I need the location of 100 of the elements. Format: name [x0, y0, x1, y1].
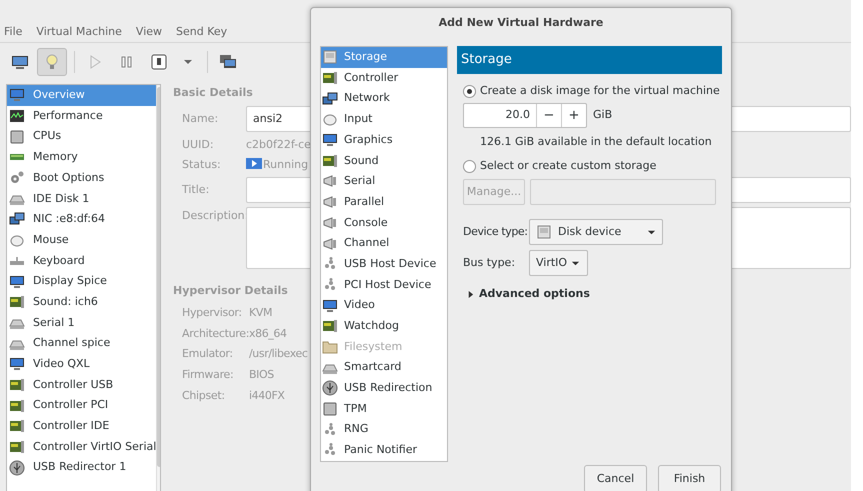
- nodes-icon: [322, 422, 338, 438]
- monitor-icon: [11, 53, 29, 71]
- sidebar-item[interactable]: CPUs: [7, 126, 156, 148]
- unit-label: GiB: [593, 107, 612, 124]
- sidebar-item[interactable]: NIC :e8:df:64: [7, 209, 156, 230]
- radio-button[interactable]: [463, 84, 476, 98]
- section-title: Basic Details: [173, 85, 253, 101]
- device-type-dropdown[interactable]: Disk device: [529, 219, 663, 245]
- hardware-item[interactable]: Watchdog: [321, 316, 447, 337]
- monitor-icon: [9, 356, 25, 372]
- field-value: /usr/libexec: [249, 346, 308, 362]
- hardware-item[interactable]: Network: [321, 88, 447, 110]
- sidebar-item[interactable]: Mouse: [7, 230, 156, 250]
- dialog-button[interactable]: Finish: [658, 465, 721, 491]
- hardware-item[interactable]: Sound: [321, 150, 447, 172]
- section-title: Hypervisor Details: [173, 283, 288, 299]
- card-icon: [322, 318, 338, 334]
- field-label: Hypervisor:: [182, 305, 243, 322]
- hardware-item[interactable]: Controller: [321, 68, 447, 88]
- hardware-item[interactable]: Smartcard: [321, 357, 447, 378]
- card-icon: [9, 294, 25, 310]
- chart-icon: [9, 108, 25, 124]
- monitor-icon: [9, 274, 25, 290]
- card-icon: [322, 70, 338, 86]
- field-label: Emulator:: [182, 346, 234, 362]
- network-icon: [322, 90, 338, 107]
- field-value: i440FX: [249, 388, 285, 404]
- menu-item[interactable]: Virtual Machine: [36, 24, 122, 40]
- card-icon: [9, 398, 25, 414]
- caret-icon: [647, 228, 656, 236]
- card-icon: [9, 376, 25, 393]
- sidebar-item[interactable]: Performance: [7, 106, 156, 126]
- field-value: BIOS: [249, 367, 274, 384]
- sidebar-item[interactable]: Keyboard: [7, 250, 156, 272]
- sidebar-item[interactable]: Controller IDE: [7, 416, 156, 437]
- hint-text: 126.1 GiB available in the default location: [480, 134, 713, 148]
- triangle-icon: [467, 290, 474, 298]
- field-label: UUID:: [182, 136, 215, 153]
- menu-item[interactable]: Send Key: [176, 24, 228, 40]
- radio-button[interactable]: [463, 160, 476, 172]
- hardware-item[interactable]: TPM: [321, 398, 447, 420]
- field-value: KVM: [249, 305, 272, 322]
- power-icon: [150, 53, 168, 71]
- path-field[interactable]: [530, 179, 716, 205]
- hardware-item[interactable]: Video: [321, 295, 447, 316]
- field-label: Description:: [182, 208, 246, 224]
- caret-icon: [183, 57, 193, 67]
- hardware-item[interactable]: PCI Host Device: [321, 274, 447, 296]
- advanced-options-expander[interactable]: Advanced options: [467, 286, 722, 302]
- sidebar-item[interactable]: Controller VirtIO Serial: [7, 436, 156, 458]
- hardware-item[interactable]: Panic Notifier: [321, 440, 447, 461]
- field-label: Device type:: [463, 224, 529, 240]
- sidebar-item[interactable]: Boot Options: [7, 168, 156, 188]
- card-icon: [9, 418, 25, 434]
- monitor-icon: [322, 132, 338, 148]
- nodes-icon: [322, 276, 338, 293]
- field-label: Chipset:: [182, 388, 226, 404]
- hardware-item[interactable]: Parallel: [321, 192, 447, 212]
- card-icon: [322, 152, 338, 169]
- field-label: Firmware:: [182, 367, 234, 384]
- uuid-value: c2b0f22f-ce: [246, 136, 311, 153]
- field-label: Name:: [182, 110, 220, 127]
- radio-label[interactable]: Create a disk image for the virtual machine: [480, 82, 720, 100]
- screens-icon: [219, 53, 237, 71]
- sidebar-item[interactable]: Memory: [7, 147, 156, 168]
- hardware-item[interactable]: Serial: [321, 171, 447, 192]
- card-icon: [9, 439, 25, 456]
- hardware-item[interactable]: Channel: [321, 233, 447, 254]
- network-icon: [9, 211, 25, 228]
- sidebar-item[interactable]: Controller USB: [7, 374, 156, 396]
- sidebar-item[interactable]: Display Spice: [7, 271, 156, 292]
- field-label: Title:: [182, 182, 210, 198]
- sidebar-item[interactable]: Video QXL: [7, 354, 156, 375]
- sidebar-item[interactable]: Serial 1: [7, 312, 156, 334]
- folder-icon: [322, 338, 338, 355]
- hardware-item[interactable]: Input: [321, 109, 447, 130]
- sidebar-item[interactable]: USB Redirector 1: [7, 457, 156, 478]
- status-value: Running: [263, 156, 308, 173]
- field-label: Status:: [182, 156, 222, 173]
- panel-header: Storage: [457, 46, 722, 74]
- field-label: Architecture:: [182, 326, 249, 342]
- menu-item[interactable]: File: [4, 24, 22, 40]
- radio-label[interactable]: Select or create custom storage: [480, 158, 656, 174]
- field-label: Bus type:: [463, 254, 516, 271]
- sidebar-item[interactable]: IDE Disk 1: [7, 188, 156, 210]
- dialog-title: Add New Virtual Hardware: [438, 14, 604, 31]
- hardware-item[interactable]: USB Host Device: [321, 254, 447, 275]
- sidebar-item[interactable]: Controller PCI: [7, 395, 156, 416]
- dialog-button[interactable]: Cancel: [584, 465, 647, 491]
- caret-icon: [571, 258, 580, 268]
- hardware-item[interactable]: Console: [321, 212, 447, 234]
- hardware-item[interactable]: Graphics: [321, 130, 447, 150]
- sidebar-item[interactable]: Channel spice: [7, 333, 156, 354]
- sidebar-item[interactable]: Sound: ich6: [7, 292, 156, 313]
- bus-type-dropdown[interactable]: VirtIO: [529, 250, 588, 276]
- usb-icon: [322, 380, 338, 396]
- play-icon: [246, 158, 262, 172]
- hardware-item[interactable]: USB Redirection: [321, 378, 447, 399]
- hardware-item[interactable]: RNG: [321, 419, 447, 440]
- menu-item[interactable]: View: [136, 24, 162, 40]
